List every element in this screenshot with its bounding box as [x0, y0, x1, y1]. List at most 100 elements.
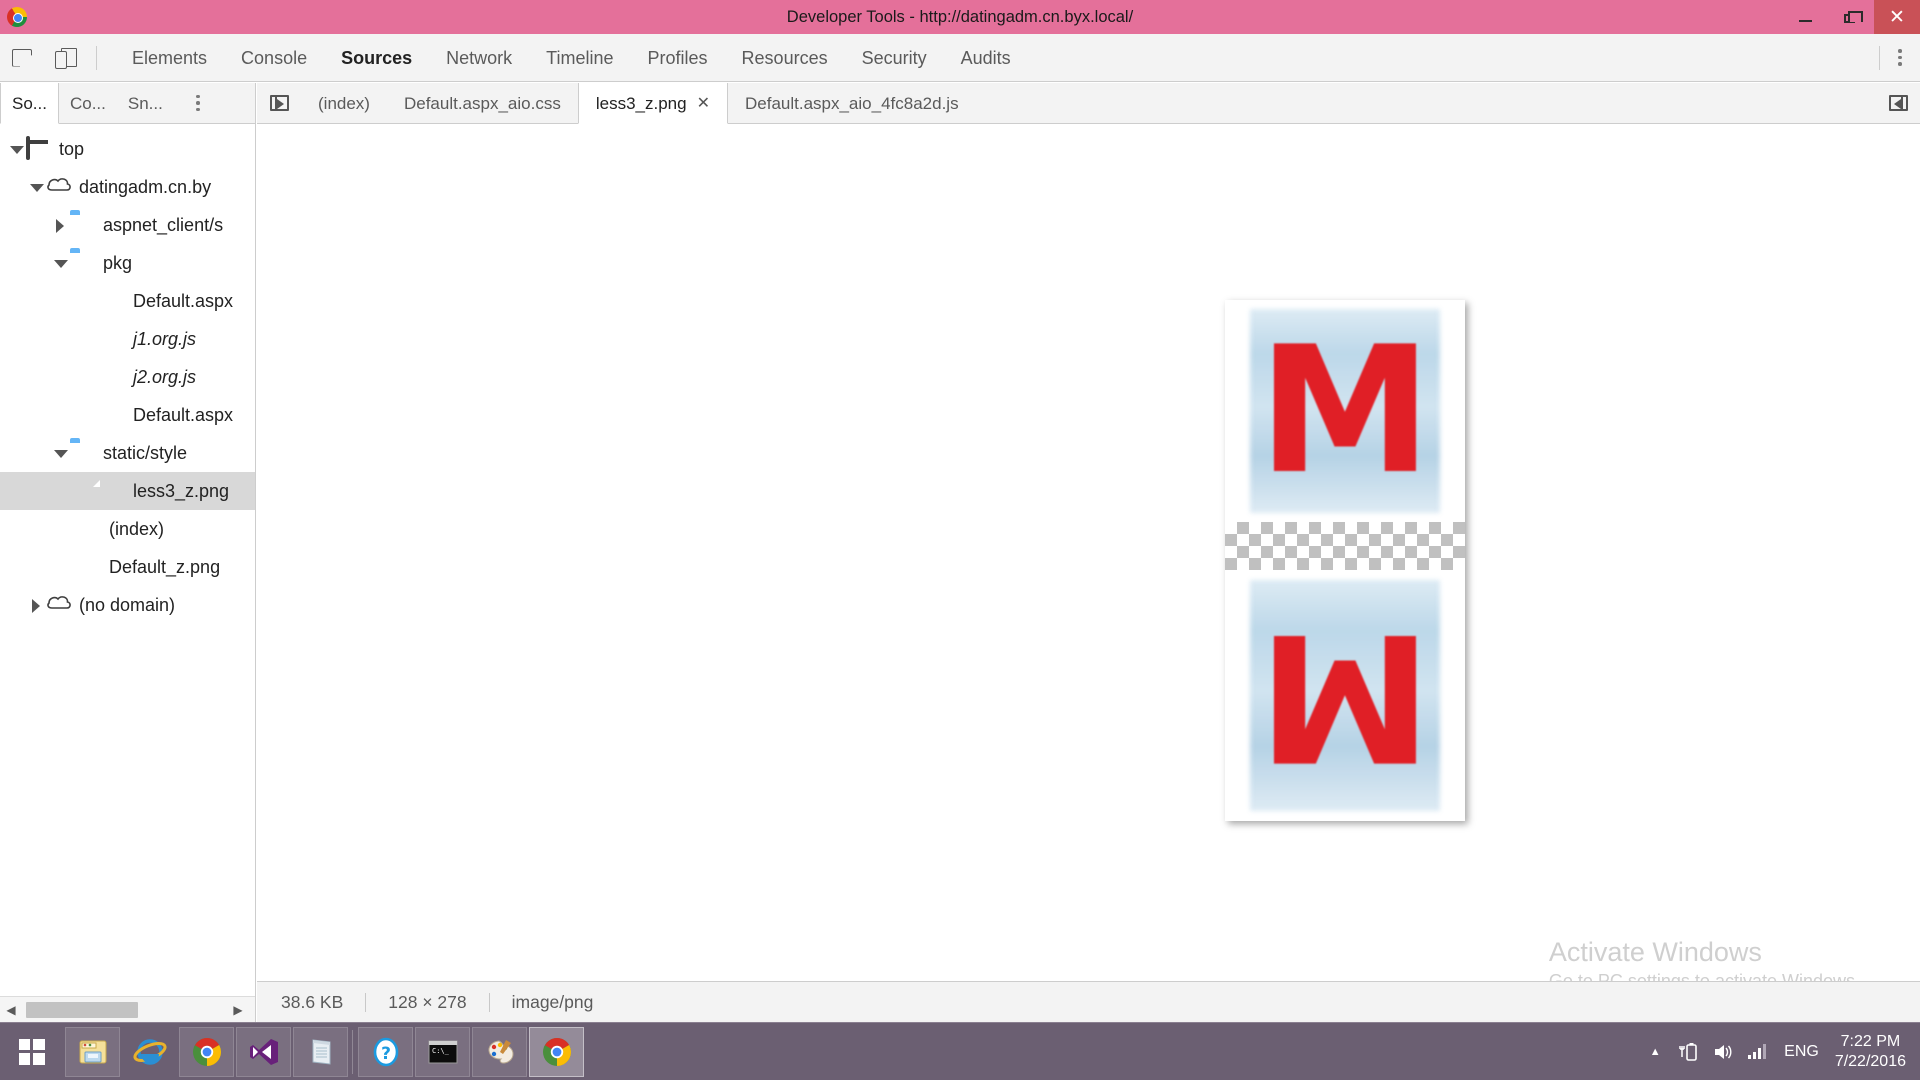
cloud-icon — [46, 594, 70, 616]
tree-node-static-style[interactable]: static/style — [0, 434, 255, 472]
taskbar-notepad[interactable] — [293, 1027, 348, 1077]
tree-node-label: j2.org.js — [133, 367, 196, 388]
paint-icon — [485, 1037, 515, 1067]
frame-icon — [26, 138, 50, 160]
sidebar-tab-snippets[interactable]: Sn... — [117, 83, 174, 124]
help-icon: ? — [371, 1037, 401, 1067]
tree-node-no-domain[interactable]: (no domain) — [0, 586, 255, 624]
taskbar-command-prompt[interactable]: C:\_ — [415, 1027, 470, 1077]
window-controls: ✕ — [1782, 0, 1920, 34]
sprite-letter-top: M — [1237, 300, 1453, 522]
scroll-right-arrow-icon[interactable]: ▶ — [227, 1003, 249, 1017]
collapse-left-panel-button[interactable] — [257, 83, 301, 124]
chevron-down-icon[interactable] — [8, 141, 24, 157]
tab-audits[interactable]: Audits — [944, 34, 1028, 82]
tree-node-pkg[interactable]: pkg — [0, 244, 255, 282]
image-top-sprite: M — [1225, 300, 1465, 522]
chevron-down-icon[interactable] — [52, 255, 68, 271]
scroll-left-arrow-icon[interactable]: ◀ — [0, 1003, 22, 1017]
tree-node-label: (no domain) — [79, 595, 175, 616]
chevron-right-icon[interactable] — [28, 597, 44, 613]
tree-node-j2-org-js[interactable]: j2.org.js — [0, 358, 255, 396]
taskbar-help[interactable]: ? — [358, 1027, 413, 1077]
file-icon — [100, 366, 124, 388]
image-dimensions-label: 128 × 278 — [388, 992, 466, 1013]
taskbar-chrome[interactable] — [179, 1027, 234, 1077]
sidebar-tab-sources[interactable]: So... — [0, 83, 59, 124]
editor-tab-less3-z-png[interactable]: less3_z.png ✕ — [578, 83, 728, 124]
tab-timeline[interactable]: Timeline — [529, 34, 630, 82]
minimize-button[interactable] — [1782, 0, 1828, 34]
editor-tab-default-aspx-aio-js[interactable]: Default.aspx_aio_4fc8a2d.js — [728, 83, 976, 124]
tree-node-label: Default_z.png — [109, 557, 220, 578]
file-icon — [76, 518, 100, 540]
tab-network[interactable]: Network — [429, 34, 529, 82]
status-divider — [489, 993, 490, 1012]
speaker-icon[interactable] — [1706, 1042, 1740, 1062]
tab-console[interactable]: Console — [224, 34, 324, 82]
show-hidden-icons-button[interactable]: ▲ — [1638, 1046, 1672, 1058]
windows-taskbar: ? C:\_ ▲ — [0, 1022, 1920, 1080]
chevron-right-icon[interactable] — [52, 217, 68, 233]
svg-text:C:\_: C:\_ — [432, 1047, 450, 1055]
taskbar-paint[interactable] — [472, 1027, 527, 1077]
tab-profiles[interactable]: Profiles — [631, 34, 725, 82]
editor-tab-label: (index) — [318, 83, 370, 124]
file-explorer-icon — [77, 1038, 109, 1066]
taskbar-visual-studio[interactable] — [236, 1027, 291, 1077]
file-tree[interactable]: top datingadm.cn.by aspnet_client/s pkg … — [0, 124, 255, 996]
device-toolbar-button[interactable] — [44, 38, 88, 78]
tree-node-j1-org-js[interactable]: j1.org.js — [0, 320, 255, 358]
tab-elements[interactable]: Elements — [115, 34, 224, 82]
tree-node-less3-z-png[interactable]: less3_z.png — [0, 472, 255, 510]
chevron-down-icon[interactable] — [52, 445, 68, 461]
sidebar-tabs: So... Co... Sn... — [0, 83, 255, 124]
sidebar-menu-icon[interactable] — [186, 95, 210, 112]
scrollbar-thumb[interactable] — [26, 1002, 138, 1018]
toolbar-divider — [96, 46, 97, 70]
sidebar-tab-content-scripts[interactable]: Co... — [59, 83, 117, 124]
collapse-left-panel-icon — [270, 95, 289, 111]
close-tab-icon[interactable]: ✕ — [697, 83, 710, 124]
collapse-right-panel-icon[interactable] — [1889, 95, 1908, 111]
tree-node-aspnet-client[interactable]: aspnet_client/s — [0, 206, 255, 244]
restore-button[interactable] — [1828, 0, 1874, 34]
editor-tab-bar: (index) Default.aspx_aio.css less3_z.png… — [257, 83, 1920, 124]
tab-sources[interactable]: Sources — [324, 34, 429, 82]
clock[interactable]: 7:22 PM 7/22/2016 — [1835, 1032, 1906, 1072]
devtools-toolbar: Elements Console Sources Network Timelin… — [0, 34, 1920, 82]
clock-time: 7:22 PM — [1835, 1032, 1906, 1052]
taskbar-file-explorer[interactable] — [65, 1027, 120, 1077]
tree-node-top[interactable]: top — [0, 130, 255, 168]
editor-tab-index[interactable]: (index) — [301, 83, 387, 124]
watermark-title: Activate Windows — [1549, 937, 1860, 968]
window-title: Developer Tools - http://datingadm.cn.by… — [0, 0, 1920, 34]
inspect-element-button[interactable] — [0, 38, 44, 78]
tab-resources[interactable]: Resources — [725, 34, 845, 82]
battery-icon[interactable] — [1672, 1042, 1706, 1062]
tree-node-default-aspx-1[interactable]: Default.aspx — [0, 282, 255, 320]
close-button[interactable]: ✕ — [1874, 0, 1920, 34]
tab-security[interactable]: Security — [845, 34, 944, 82]
chevron-down-icon[interactable] — [28, 179, 44, 195]
chrome-logo-icon — [7, 7, 27, 27]
file-icon — [100, 328, 124, 350]
taskbar-group-divider — [352, 1030, 356, 1074]
image-preview: M M — [1225, 300, 1465, 821]
tree-node-default-aspx-2[interactable]: Default.aspx — [0, 396, 255, 434]
mime-type-label: image/png — [512, 992, 594, 1013]
tree-node-datingadm[interactable]: datingadm.cn.by — [0, 168, 255, 206]
editor-tab-label: less3_z.png — [596, 83, 687, 124]
start-button[interactable] — [0, 1023, 63, 1081]
devtools-menu-icon[interactable] — [1888, 49, 1912, 66]
language-indicator[interactable]: ENG — [1784, 1043, 1819, 1061]
sidebar-horizontal-scrollbar[interactable]: ◀ ▶ — [0, 996, 255, 1022]
tree-node-index[interactable]: (index) — [0, 510, 255, 548]
taskbar-internet-explorer[interactable] — [122, 1027, 177, 1077]
signal-bars-icon[interactable] — [1740, 1044, 1774, 1059]
tree-node-default-z-png[interactable]: Default_z.png — [0, 548, 255, 586]
editor-tab-default-aspx-aio-css[interactable]: Default.aspx_aio.css — [387, 83, 578, 124]
taskbar-chrome-active[interactable] — [529, 1027, 584, 1077]
status-divider — [365, 993, 366, 1012]
folder-icon — [70, 214, 94, 236]
